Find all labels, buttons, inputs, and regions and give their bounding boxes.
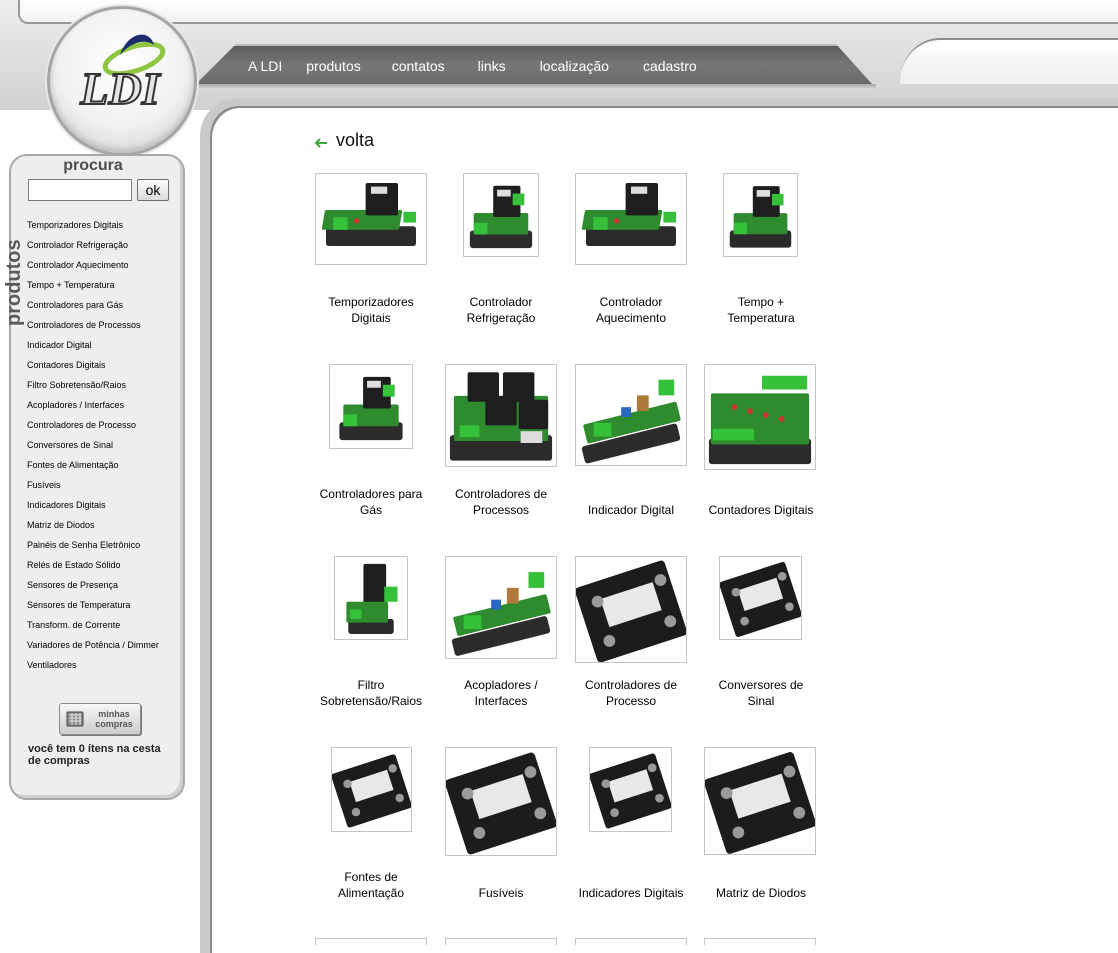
product-photo-icon — [720, 561, 801, 637]
product-photo-icon — [446, 752, 556, 855]
product-tile[interactable]: Fontes de Alimentação — [306, 747, 436, 907]
product-label: Fusíveis — [478, 886, 524, 900]
product-tile[interactable]: Indicador Digital — [566, 364, 696, 524]
product-photo-icon — [449, 372, 553, 461]
product-image — [445, 364, 557, 467]
product-tile[interactable]: Matriz de Diodos — [696, 747, 826, 907]
product-label: Controladores para Gás — [319, 487, 423, 517]
product-photo-icon — [469, 185, 533, 249]
product-photo-icon — [590, 753, 671, 829]
product-tile[interactable]: Tempo + Temperatura — [696, 173, 826, 333]
product-label: Indicador Digital — [587, 503, 675, 517]
product-image — [315, 938, 427, 945]
product-tile[interactable]: Acopladores / Interfaces — [436, 556, 566, 716]
product-tile-partial[interactable] — [306, 938, 436, 945]
product-photo-icon — [321, 183, 416, 246]
product-photo-icon — [346, 563, 398, 634]
product-image — [331, 747, 412, 832]
product-tile[interactable]: Fusíveis — [436, 747, 566, 907]
product-label: Filtro Sobretensão/Raios — [319, 678, 423, 708]
product-image — [445, 747, 557, 856]
product-tile[interactable]: Conversores de Sinal — [696, 556, 826, 716]
product-tile[interactable]: Temporizadores Digitais — [306, 173, 436, 333]
product-photo-icon — [339, 376, 403, 441]
product-image — [575, 556, 687, 663]
product-tile[interactable]: Controlador Aquecimento — [566, 173, 696, 333]
product-tile[interactable]: Controladores de Processos — [436, 364, 566, 524]
product-image — [329, 364, 413, 449]
product-label: Controlador Refrigeração — [466, 295, 536, 325]
product-image — [463, 173, 539, 257]
product-tile[interactable]: Contadores Digitais — [696, 364, 826, 524]
product-image — [704, 747, 816, 855]
product-label: Indicadores Digitais — [578, 886, 684, 900]
product-image — [723, 173, 798, 257]
product-image — [704, 938, 816, 945]
product-label: Tempo + Temperatura — [727, 295, 795, 325]
product-photo-icon — [451, 572, 551, 656]
product-image — [589, 747, 672, 832]
product-image — [704, 364, 816, 470]
product-image — [334, 556, 408, 640]
product-tile[interactable]: Controlador Refrigeração — [436, 173, 566, 333]
product-photo-icon — [705, 752, 815, 854]
product-photo-icon — [729, 186, 792, 248]
product-label: Conversores de Sinal — [718, 678, 804, 708]
product-photo-icon — [708, 375, 812, 465]
product-image — [719, 556, 802, 640]
product-label: Acopladores / Interfaces — [464, 678, 538, 708]
product-label: Matriz de Diodos — [715, 886, 807, 900]
product-label: Controladores de Processo — [584, 678, 678, 708]
product-image — [575, 938, 687, 945]
product-image — [315, 173, 427, 265]
product-image — [575, 173, 687, 265]
product-grid: Temporizadores Digitais Controlador Refrig… — [0, 0, 1118, 945]
product-tile[interactable]: Controladores de Processo — [566, 556, 696, 716]
product-label: Temporizadores Digitais — [328, 295, 414, 325]
product-photo-icon — [332, 754, 411, 828]
product-label: Contadores Digitais — [708, 503, 814, 517]
product-tile-partial[interactable] — [696, 938, 826, 945]
product-image — [575, 364, 687, 466]
product-label: Fontes de Alimentação — [337, 870, 405, 900]
product-image — [445, 938, 557, 945]
product-tile[interactable]: Controladores para Gás — [306, 364, 436, 524]
product-photo-icon — [581, 379, 681, 464]
product-photo-icon — [581, 183, 676, 246]
product-label: Controlador Aquecimento — [595, 295, 667, 325]
product-tile[interactable]: Filtro Sobretensão/Raios — [306, 556, 436, 716]
product-photo-icon — [576, 560, 686, 662]
product-tile-partial[interactable] — [436, 938, 566, 945]
product-image — [445, 556, 557, 659]
product-label: Controladores de Processos — [454, 487, 548, 517]
product-tile[interactable]: Indicadores Digitais — [566, 747, 696, 907]
product-tile-partial[interactable] — [566, 938, 696, 945]
